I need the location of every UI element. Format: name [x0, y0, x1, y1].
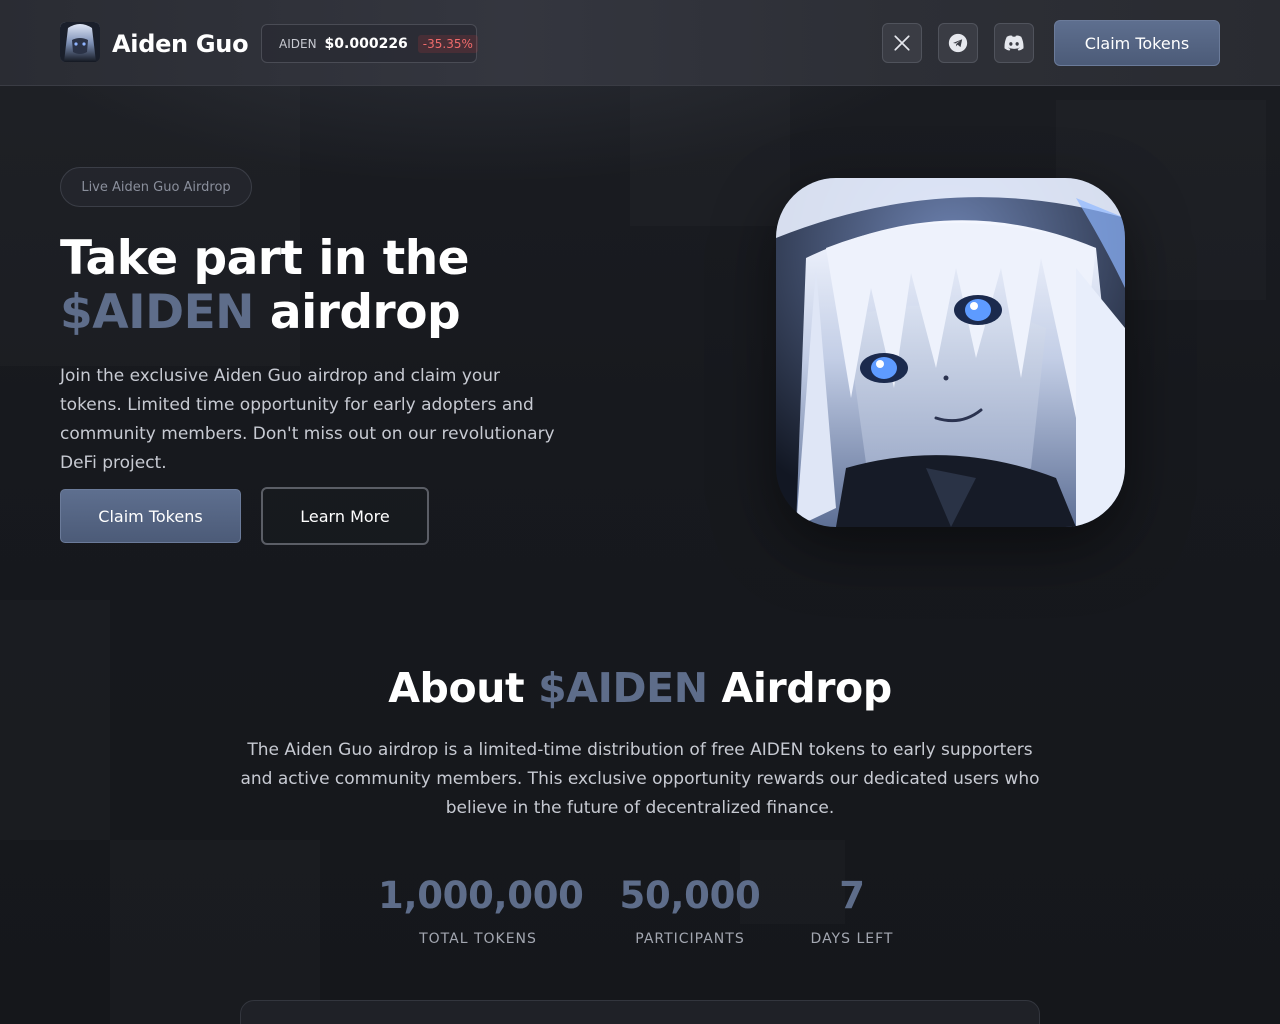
token-price: $0.000226 — [324, 35, 408, 52]
brand-logo[interactable] — [60, 22, 100, 62]
top-nav: Aiden Guo AIDEN $0.000226 -35.35% Claim — [0, 0, 1280, 86]
about-title-prefix: About — [388, 664, 539, 712]
hero-title: Take part in the $AIDEN airdrop — [60, 231, 470, 340]
anime-character-illustration — [776, 178, 1125, 527]
hero-title-line1: Take part in the — [60, 231, 470, 286]
x-social-button[interactable] — [882, 23, 922, 63]
stat-participants: 50,000 PARTICIPANTS — [610, 872, 770, 948]
brand-name[interactable]: Aiden Guo — [112, 28, 249, 60]
brand-logo-image — [60, 22, 100, 62]
telegram-icon — [948, 33, 968, 53]
stat-value: 7 — [839, 874, 865, 917]
stat-value: 50,000 — [619, 874, 761, 917]
price-change-badge: -35.35% — [417, 34, 478, 53]
next-section-card — [240, 1000, 1040, 1024]
about-section-title: About $AIDEN Airdrop — [0, 660, 1280, 716]
about-title-accent: $AIDEN — [538, 664, 708, 712]
stat-label: DAYS LEFT — [810, 931, 894, 947]
bg-square — [630, 86, 790, 226]
header-claim-tokens-button[interactable]: Claim Tokens — [1054, 20, 1220, 66]
hero-claim-tokens-button[interactable]: Claim Tokens — [60, 489, 241, 543]
stat-total-tokens: 1,000,000 TOTAL TOKENS — [378, 872, 584, 948]
price-ticker-chip: AIDEN $0.000226 -35.35% — [261, 24, 478, 63]
stat-label: TOTAL TOKENS — [419, 931, 537, 947]
token-symbol: AIDEN — [279, 36, 317, 51]
stat-label: PARTICIPANTS — [635, 931, 745, 947]
hero-title-rest: airdrop — [254, 285, 461, 340]
hero-description: Join the exclusive Aiden Guo airdrop and… — [60, 366, 555, 473]
stat-value: 1,000,000 — [378, 874, 584, 917]
hero-character-image — [776, 178, 1125, 527]
hero-title-accent: $AIDEN — [60, 285, 255, 340]
stat-days-left: 7 DAYS LEFT — [792, 872, 912, 948]
live-airdrop-badge: Live Aiden Guo Airdrop — [60, 167, 252, 207]
page: Aiden Guo AIDEN $0.000226 -35.35% Claim — [0, 0, 1280, 1024]
x-icon — [894, 35, 910, 51]
discord-social-button[interactable] — [994, 23, 1034, 63]
learn-more-button[interactable]: Learn More — [261, 487, 429, 545]
about-title-suffix: Airdrop — [707, 664, 892, 712]
discord-icon — [1004, 35, 1024, 51]
telegram-social-button[interactable] — [938, 23, 978, 63]
bg-square — [110, 840, 320, 1024]
about-description: The Aiden Guo airdrop is a limited-time … — [240, 740, 1040, 818]
bg-square — [0, 600, 110, 840]
